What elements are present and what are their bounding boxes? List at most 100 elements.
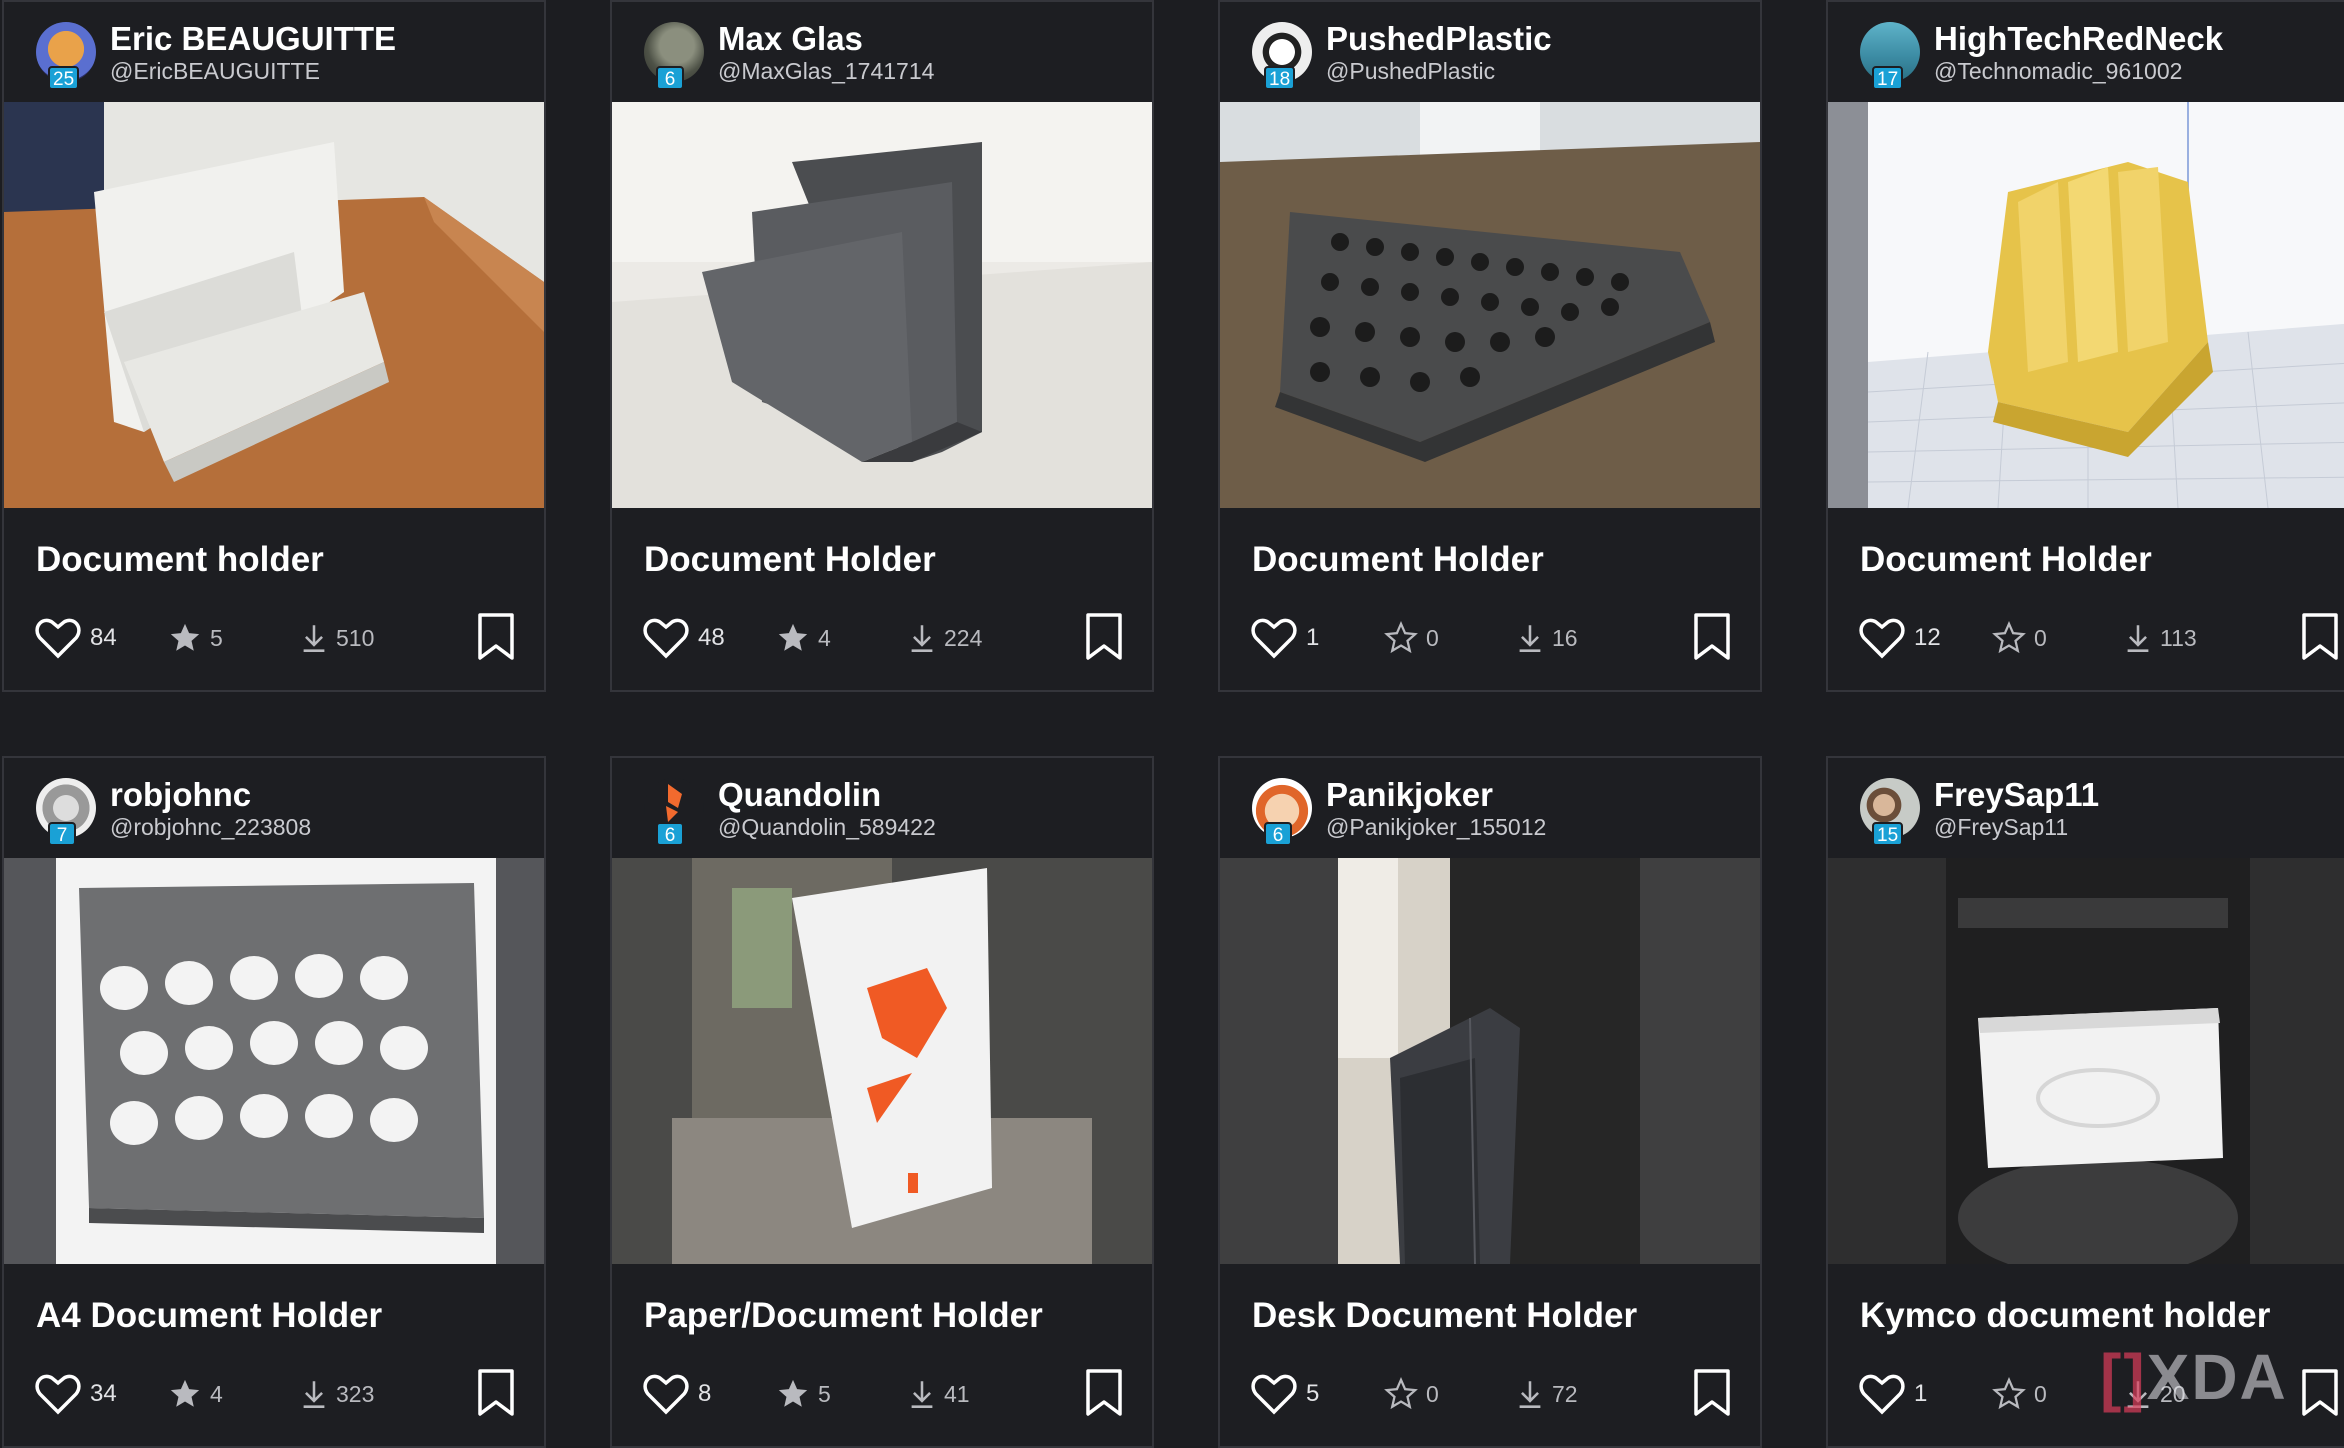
- card-header: 18 PushedPlastic @PushedPlastic: [1220, 2, 1760, 102]
- avatar[interactable]: 6: [644, 778, 704, 846]
- username[interactable]: Max Glas: [718, 20, 863, 58]
- heart-icon: [643, 618, 689, 659]
- bookmark-button[interactable]: [1692, 612, 1732, 667]
- model-title[interactable]: Kymco document holder: [1860, 1296, 2270, 1336]
- model-card[interactable]: 6 Panikjoker @Panikjoker_155012 Desk Doc…: [1218, 756, 1762, 1448]
- model-title[interactable]: Paper/Document Holder: [644, 1296, 1043, 1336]
- model-stats: 1 0 16: [1220, 610, 1760, 666]
- heart-icon: [35, 618, 81, 659]
- download-count[interactable]: 113: [2124, 610, 2197, 666]
- download-count[interactable]: 16: [1516, 610, 1578, 666]
- download-number: 224: [944, 624, 983, 651]
- star-rating[interactable]: 0: [1384, 610, 1439, 666]
- download-icon: [303, 625, 325, 652]
- model-card[interactable]: 6 Max Glas @MaxGlas_1741714 Document Hol…: [610, 0, 1154, 692]
- username[interactable]: PushedPlastic: [1326, 20, 1552, 58]
- download-count[interactable]: 224: [908, 610, 982, 666]
- like-button[interactable]: 34: [34, 1366, 117, 1422]
- like-button[interactable]: 5: [1250, 1366, 1319, 1422]
- star-rating[interactable]: 5: [776, 1366, 831, 1422]
- heart-icon: [1859, 618, 1905, 659]
- model-title[interactable]: Document holder: [36, 540, 324, 580]
- user-handle[interactable]: @FreySap11: [1934, 814, 2068, 841]
- star-rating[interactable]: 4: [168, 1366, 223, 1422]
- download-count[interactable]: 72: [1516, 1366, 1578, 1422]
- model-card[interactable]: 25 Eric BEAUGUITTE @EricBEAUGUITTE Docum…: [2, 0, 546, 692]
- like-button[interactable]: 48: [642, 610, 725, 666]
- download-icon: [1519, 625, 1541, 652]
- like-button[interactable]: 1: [1858, 1366, 1927, 1422]
- avatar[interactable]: 18: [1252, 22, 1312, 90]
- model-thumbnail[interactable]: [612, 102, 1152, 508]
- like-button[interactable]: 1: [1250, 610, 1319, 666]
- username[interactable]: Eric BEAUGUITTE: [110, 20, 396, 58]
- avatar[interactable]: 25: [36, 22, 96, 90]
- username[interactable]: HighTechRedNeck: [1934, 20, 2223, 58]
- avatar[interactable]: 6: [644, 22, 704, 90]
- model-stats: 8 5 41: [612, 1366, 1152, 1422]
- like-count: 1: [1306, 624, 1320, 651]
- bookmark-button[interactable]: [1084, 612, 1124, 667]
- model-thumbnail[interactable]: [1220, 102, 1760, 508]
- bookmark-button[interactable]: [2300, 612, 2340, 667]
- level-badge: 7: [48, 822, 76, 846]
- star-rating[interactable]: 4: [776, 610, 831, 666]
- like-count: 84: [90, 624, 117, 651]
- model-thumbnail[interactable]: [1828, 858, 2344, 1264]
- model-grid: 25 Eric BEAUGUITTE @EricBEAUGUITTE Docum…: [0, 0, 2344, 1448]
- model-card[interactable]: 7 robjohnc @robjohnc_223808 A4 Document …: [2, 756, 546, 1448]
- star-rating[interactable]: 0: [1992, 1366, 2047, 1422]
- model-card[interactable]: 18 PushedPlastic @PushedPlastic Document…: [1218, 0, 1762, 692]
- model-thumbnail[interactable]: [4, 858, 544, 1264]
- avatar[interactable]: 7: [36, 778, 96, 846]
- download-count[interactable]: 510: [300, 610, 374, 666]
- bookmark-button[interactable]: [2300, 1368, 2340, 1423]
- model-card[interactable]: 6 Quandolin @Quandolin_589422 Paper/Docu…: [610, 756, 1154, 1448]
- model-stats: 12 0 113: [1828, 610, 2344, 666]
- model-title[interactable]: Document Holder: [1860, 540, 2152, 580]
- star-rating[interactable]: 5: [168, 610, 223, 666]
- bookmark-button[interactable]: [476, 1368, 516, 1423]
- download-icon: [911, 1381, 933, 1408]
- bookmark-button[interactable]: [476, 612, 516, 667]
- username[interactable]: FreySap11: [1934, 776, 2099, 814]
- like-button[interactable]: 8: [642, 1366, 711, 1422]
- user-handle[interactable]: @robjohnc_223808: [110, 814, 311, 841]
- model-stats: 5 0 72: [1220, 1366, 1760, 1422]
- bookmark-button[interactable]: [1084, 1368, 1124, 1423]
- download-count[interactable]: 323: [300, 1366, 374, 1422]
- star-rating[interactable]: 0: [1384, 1366, 1439, 1422]
- username[interactable]: Quandolin: [718, 776, 881, 814]
- username[interactable]: Panikjoker: [1326, 776, 1493, 814]
- user-handle[interactable]: @MaxGlas_1741714: [718, 58, 934, 85]
- user-handle[interactable]: @PushedPlastic: [1326, 58, 1495, 85]
- model-card[interactable]: 17 HighTechRedNeck @Technomadic_961002 D…: [1826, 0, 2344, 692]
- model-stats: 48 4 224: [612, 610, 1152, 666]
- model-title[interactable]: A4 Document Holder: [36, 1296, 382, 1336]
- user-handle[interactable]: @Technomadic_961002: [1934, 58, 2182, 85]
- download-number: 16: [1552, 624, 1578, 651]
- user-handle[interactable]: @Panikjoker_155012: [1326, 814, 1546, 841]
- like-count: 34: [90, 1380, 117, 1407]
- model-title[interactable]: Document Holder: [644, 540, 936, 580]
- model-thumbnail[interactable]: [1220, 858, 1760, 1264]
- like-button[interactable]: 84: [34, 610, 117, 666]
- star-count: 0: [1426, 624, 1439, 651]
- avatar[interactable]: 17: [1860, 22, 1920, 90]
- model-thumbnail[interactable]: [1828, 102, 2344, 508]
- avatar[interactable]: 15: [1860, 778, 1920, 846]
- model-title[interactable]: Desk Document Holder: [1252, 1296, 1637, 1336]
- user-handle[interactable]: @EricBEAUGUITTE: [110, 58, 320, 85]
- bookmark-button[interactable]: [1692, 1368, 1732, 1423]
- star-rating[interactable]: 0: [1992, 610, 2047, 666]
- model-title[interactable]: Document Holder: [1252, 540, 1544, 580]
- user-handle[interactable]: @Quandolin_589422: [718, 814, 936, 841]
- download-count[interactable]: 41: [908, 1366, 970, 1422]
- avatar[interactable]: 6: [1252, 778, 1312, 846]
- star-outline-icon: [1992, 1377, 2026, 1410]
- bookmark-icon: [2302, 1369, 2338, 1416]
- model-thumbnail[interactable]: [612, 858, 1152, 1264]
- username[interactable]: robjohnc: [110, 776, 251, 814]
- like-button[interactable]: 12: [1858, 610, 1941, 666]
- model-thumbnail[interactable]: [4, 102, 544, 508]
